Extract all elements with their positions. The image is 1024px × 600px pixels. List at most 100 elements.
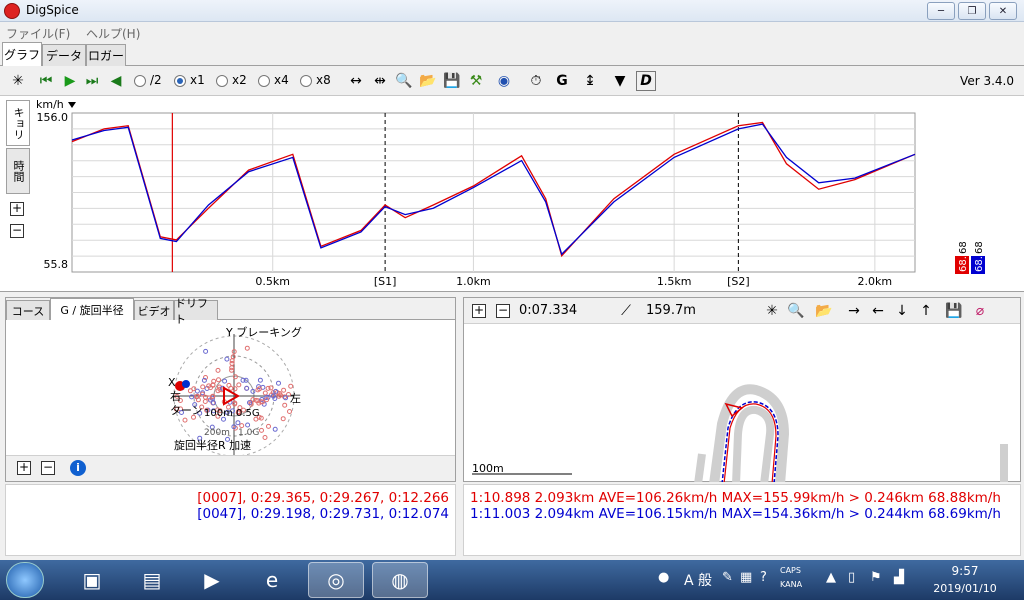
vertical-range-icon[interactable]: ↨ xyxy=(580,71,600,91)
tab-data[interactable]: データ xyxy=(42,44,86,66)
taskbar-digspice-icon[interactable]: ◍ xyxy=(372,562,428,598)
g-sample-dot xyxy=(200,384,206,390)
taskbar-explorer-icon[interactable]: ▤ xyxy=(124,562,180,598)
maximize-button[interactable]: ❐ xyxy=(958,2,986,20)
d-icon[interactable]: D xyxy=(636,71,656,91)
map-sparkle-icon[interactable]: ✳ xyxy=(762,301,782,321)
g-sample-dot xyxy=(215,367,221,373)
taskbar-ie-icon[interactable]: e xyxy=(244,562,300,598)
sector-marker-label: [S2] xyxy=(727,275,750,288)
tray-tools-icon[interactable]: ✎ xyxy=(722,570,733,585)
rewind-icon[interactable]: ⏮ xyxy=(36,71,56,91)
tray-flag-action-icon[interactable]: ⚑ xyxy=(870,570,882,585)
map-zoom-out-button[interactable]: − xyxy=(496,304,510,318)
tool-icon[interactable]: ⚒ xyxy=(466,71,486,91)
split-icon[interactable]: ⇹ xyxy=(370,71,390,91)
map-folder-icon[interactable]: 📂 xyxy=(814,301,834,321)
speed-radio-x2[interactable] xyxy=(216,75,228,87)
clip-icon[interactable]: ⌀ xyxy=(970,301,990,321)
speed-chart[interactable]: 0.5km 1.0km 1.5km 2.0km 156.0 55.8 km/h [S1] [S2… xyxy=(0,96,1024,292)
sector-marker-label: [S1] xyxy=(374,275,397,288)
caps-indicator: CAPS xyxy=(780,566,801,575)
speed-radio-half[interactable] xyxy=(134,75,146,87)
tray-flag-icon[interactable]: ● xyxy=(658,570,669,585)
step-back-icon[interactable]: ◀ xyxy=(106,71,126,91)
window-title: DigSpice xyxy=(26,3,79,17)
g-sample-dot xyxy=(244,345,250,351)
x-tick-label: 1.0km xyxy=(456,275,491,288)
g-circle-plot xyxy=(173,334,295,455)
g-sample-dot xyxy=(259,427,264,433)
main-tabs: グラフ データ ロガー xyxy=(0,42,1024,66)
expand-horizontal-icon[interactable]: ↔ xyxy=(346,71,366,91)
clock-time[interactable]: 9:57 xyxy=(930,564,1000,578)
arrow-right-icon[interactable]: → xyxy=(844,301,864,321)
globe-icon[interactable]: ◉ xyxy=(494,71,514,91)
tab-graph[interactable]: グラフ xyxy=(2,42,42,66)
folder-open-icon[interactable]: 📂 xyxy=(418,71,438,91)
clock-date[interactable]: 2019/01/10 xyxy=(926,582,1004,595)
step-forward-icon[interactable]: ⏭ xyxy=(82,71,102,91)
ime-indicator[interactable]: A 般 xyxy=(684,570,712,590)
speed-label-x4: x4 xyxy=(274,73,289,87)
tab-course[interactable]: コース xyxy=(6,300,50,320)
tab-g-radius[interactable]: G / 旋回半径 xyxy=(50,298,134,320)
arrow-left-icon[interactable]: ← xyxy=(868,301,888,321)
tab-logger[interactable]: ロガー xyxy=(86,44,126,66)
g-sample-dot xyxy=(182,417,188,423)
track-map[interactable] xyxy=(464,324,1022,482)
taskbar-chrome-icon[interactable]: ◎ xyxy=(308,562,364,598)
stopwatch-icon[interactable]: ⏱ xyxy=(526,71,546,91)
ruler-icon[interactable]: ⟋ xyxy=(616,301,636,321)
map-pane: + − 0:07.334 ⟋ 159.7m ✳ 🔍 📂 → ← ↓ ↑ 💾 ⌀ … xyxy=(463,297,1021,482)
g-sample-dot xyxy=(229,365,235,371)
tab-video[interactable]: ビデオ xyxy=(134,300,174,320)
map-save-icon[interactable]: 💾 xyxy=(944,301,964,321)
g-sample-dot xyxy=(239,423,245,429)
app-logo-icon xyxy=(4,3,20,19)
g-icon[interactable]: G xyxy=(552,71,572,91)
menu-file[interactable]: ファイル(F) xyxy=(6,25,70,42)
g-radius-pane: コース G / 旋回半径 ビデオ ドリフト Y ブレーキング 左 X 右 ターン… xyxy=(5,297,456,482)
g-zoom-out-button[interactable]: − xyxy=(41,461,55,475)
info-icon[interactable]: i xyxy=(70,460,86,476)
x-tick-label: 0.5km xyxy=(255,275,290,288)
taskbar-media-icon[interactable]: ▶ xyxy=(184,562,240,598)
taskbar: ▣ ▤ ▶ e ◎ ◍ ● A 般 ✎ ▦ ? CAPS KANA ▲ ▯ ⚑ … xyxy=(0,560,1024,600)
arrow-down-icon[interactable]: ↓ xyxy=(892,301,912,321)
arrow-up-icon[interactable]: ↑ xyxy=(916,301,936,321)
tray-ime-pad-icon[interactable]: ▦ xyxy=(740,570,752,585)
label-radius-accel: 旋回半径R 加速 xyxy=(174,439,252,452)
map-search-icon[interactable]: 🔍 xyxy=(786,301,806,321)
speed-radio-x8[interactable] xyxy=(300,75,312,87)
sparkle-icon[interactable]: ✳ xyxy=(8,71,28,91)
taskbar-app-tool-icon[interactable]: ▣ xyxy=(64,562,120,598)
play-icon[interactable]: ▶ xyxy=(60,71,80,91)
tray-up-arrow-icon[interactable]: ▲ xyxy=(826,570,836,585)
g-sample-dot xyxy=(268,385,274,391)
close-button[interactable]: ✕ xyxy=(989,2,1017,20)
start-button[interactable] xyxy=(6,562,44,598)
sector-row-red: [0007], 0:29.365, 0:29.267, 0:12.266 xyxy=(197,490,449,506)
y-tick-label-min: 55.8 xyxy=(44,258,69,271)
label-left: 左 xyxy=(290,392,301,405)
tray-help-icon[interactable]: ? xyxy=(760,570,767,585)
g-sample-dot xyxy=(266,423,271,429)
tray-device-icon[interactable]: ▯ xyxy=(848,570,855,585)
g-sample-dot xyxy=(222,378,228,384)
speed-radio-x1[interactable] xyxy=(174,75,186,87)
tab-drift[interactable]: ドリフト xyxy=(174,297,218,326)
g-pane-footer: + − i xyxy=(6,455,455,481)
tray-network-icon[interactable]: ▟ xyxy=(894,570,904,585)
dropdown-icon[interactable]: ▼ xyxy=(610,71,630,91)
sector-times-panel: [0007], 0:29.365, 0:29.267, 0:12.266 [00… xyxy=(5,484,456,556)
speed-label-x8: x8 xyxy=(316,73,331,87)
menu-help[interactable]: ヘルプ(H) xyxy=(86,25,140,42)
g-zoom-in-button[interactable]: + xyxy=(17,461,31,475)
save-icon[interactable]: 💾 xyxy=(442,71,462,91)
minimize-button[interactable]: ─ xyxy=(927,2,955,20)
search-icon[interactable]: 🔍 xyxy=(394,71,414,91)
speed-radio-x4[interactable] xyxy=(258,75,270,87)
map-zoom-in-button[interactable]: + xyxy=(472,304,486,318)
legend-red-value-top: 68 xyxy=(958,241,969,254)
